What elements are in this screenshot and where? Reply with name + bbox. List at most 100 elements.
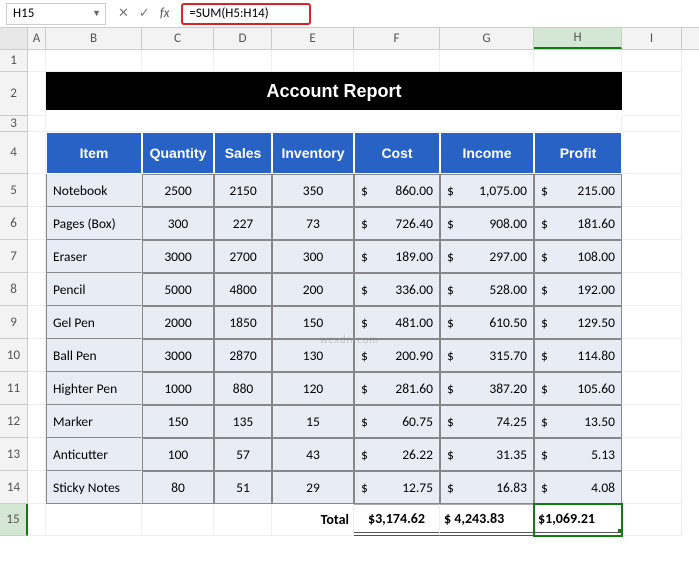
cell-sales[interactable]: 2870	[214, 339, 272, 372]
cell-profit[interactable]: $105.60	[534, 372, 622, 405]
cell-item[interactable]: Eraser	[46, 240, 142, 273]
row-header[interactable]: 15	[0, 504, 28, 536]
enter-icon[interactable]: ✓	[139, 6, 150, 21]
total-cost[interactable]: $3,174.62	[354, 504, 440, 536]
cell-cost[interactable]: $200.90	[354, 339, 440, 372]
cell-qty[interactable]: 150	[142, 405, 214, 438]
select-all-corner[interactable]	[0, 28, 28, 49]
cell-income[interactable]: $1,075.00	[440, 174, 534, 207]
cell-sales[interactable]: 880	[214, 372, 272, 405]
cell[interactable]	[28, 438, 46, 471]
cell-qty[interactable]: 5000	[142, 273, 214, 306]
row-header[interactable]: 14	[0, 471, 28, 504]
cell[interactable]	[28, 372, 46, 405]
cell-sales[interactable]: 227	[214, 207, 272, 240]
cell-qty[interactable]: 3000	[142, 339, 214, 372]
cell-item[interactable]: Anticutter	[46, 438, 142, 471]
cell-cost[interactable]: $12.75	[354, 471, 440, 504]
cell-income[interactable]: $297.00	[440, 240, 534, 273]
cell[interactable]	[622, 339, 682, 372]
cell-sales[interactable]: 57	[214, 438, 272, 471]
cell-income[interactable]: $528.00	[440, 273, 534, 306]
cell-sales[interactable]: 51	[214, 471, 272, 504]
total-income[interactable]: $ 4,243.83	[440, 504, 534, 536]
cell-sales[interactable]: 1850	[214, 306, 272, 339]
row-header[interactable]: 6	[0, 207, 28, 240]
cell-qty[interactable]: 80	[142, 471, 214, 504]
cell-qty[interactable]: 100	[142, 438, 214, 471]
cell-item[interactable]: Gel Pen	[46, 306, 142, 339]
row-header[interactable]: 2	[0, 72, 28, 116]
col-header-h[interactable]: H	[534, 28, 622, 49]
cell[interactable]	[622, 372, 682, 405]
cell-inv[interactable]: 150	[272, 306, 354, 339]
cell-profit[interactable]: $215.00	[534, 174, 622, 207]
total-label[interactable]: Total	[272, 504, 354, 536]
cell-cost[interactable]: $860.00	[354, 174, 440, 207]
cell-cost[interactable]: $26.22	[354, 438, 440, 471]
row-header[interactable]: 13	[0, 438, 28, 471]
cell[interactable]	[28, 306, 46, 339]
cell[interactable]	[622, 207, 682, 240]
cell[interactable]	[272, 50, 354, 72]
cell-item[interactable]: Ball Pen	[46, 339, 142, 372]
cell[interactable]	[622, 50, 682, 72]
row-header[interactable]: 1	[0, 50, 28, 72]
cell-item[interactable]: Pages (Box)	[46, 207, 142, 240]
cell-profit[interactable]: $5.13	[534, 438, 622, 471]
cell-inv[interactable]: 73	[272, 207, 354, 240]
header-item[interactable]: Item	[46, 132, 142, 174]
cell-sales[interactable]: 135	[214, 405, 272, 438]
cell-sales[interactable]: 4800	[214, 273, 272, 306]
chevron-down-icon[interactable]: ▼	[92, 8, 101, 19]
cell-cost[interactable]: $336.00	[354, 273, 440, 306]
col-header-b[interactable]: B	[46, 28, 142, 49]
cell-item[interactable]: Pencil	[46, 273, 142, 306]
cell-inv[interactable]: 29	[272, 471, 354, 504]
cell[interactable]	[46, 116, 622, 132]
cell-profit[interactable]: $13.50	[534, 405, 622, 438]
cell-qty[interactable]: 1000	[142, 372, 214, 405]
cell-inv[interactable]: 350	[272, 174, 354, 207]
row-header[interactable]: 10	[0, 339, 28, 372]
cell-cost[interactable]: $281.60	[354, 372, 440, 405]
cell-item[interactable]: Notebook	[46, 174, 142, 207]
header-inventory[interactable]: Inventory	[272, 132, 354, 174]
cell-income[interactable]: $74.25	[440, 405, 534, 438]
cell[interactable]	[622, 174, 682, 207]
name-box[interactable]: H15 ▼	[6, 3, 106, 25]
cell[interactable]	[28, 339, 46, 372]
cell[interactable]	[28, 471, 46, 504]
cell-cost[interactable]: $481.00	[354, 306, 440, 339]
header-cost[interactable]: Cost	[354, 132, 440, 174]
header-profit[interactable]: Profit	[534, 132, 622, 174]
cell-sales[interactable]: 2150	[214, 174, 272, 207]
cell-item[interactable]: Marker	[46, 405, 142, 438]
cell[interactable]	[46, 504, 142, 536]
row-header[interactable]: 3	[0, 116, 28, 132]
cell-cost[interactable]: $189.00	[354, 240, 440, 273]
cell-income[interactable]: $315.70	[440, 339, 534, 372]
col-header-a[interactable]: A	[28, 28, 46, 49]
cell-profit[interactable]: $181.60	[534, 207, 622, 240]
cell[interactable]	[622, 306, 682, 339]
cell[interactable]	[28, 50, 46, 72]
row-header[interactable]: 5	[0, 174, 28, 207]
cell-inv[interactable]: 43	[272, 438, 354, 471]
cell[interactable]	[622, 405, 682, 438]
cell[interactable]	[28, 273, 46, 306]
fx-icon[interactable]: fx	[160, 6, 170, 21]
cell[interactable]	[622, 72, 682, 116]
cell-item[interactable]: Highter Pen	[46, 372, 142, 405]
cell[interactable]	[622, 273, 682, 306]
cell-qty[interactable]: 3000	[142, 240, 214, 273]
cell-profit[interactable]: $4.08	[534, 471, 622, 504]
cell-cost[interactable]: $60.75	[354, 405, 440, 438]
cell[interactable]	[28, 116, 46, 132]
cell-inv[interactable]: 15	[272, 405, 354, 438]
cell-cost[interactable]: $726.40	[354, 207, 440, 240]
cell-income[interactable]: $31.35	[440, 438, 534, 471]
cell[interactable]	[354, 50, 440, 72]
col-header-c[interactable]: C	[142, 28, 214, 49]
cell[interactable]	[622, 240, 682, 273]
